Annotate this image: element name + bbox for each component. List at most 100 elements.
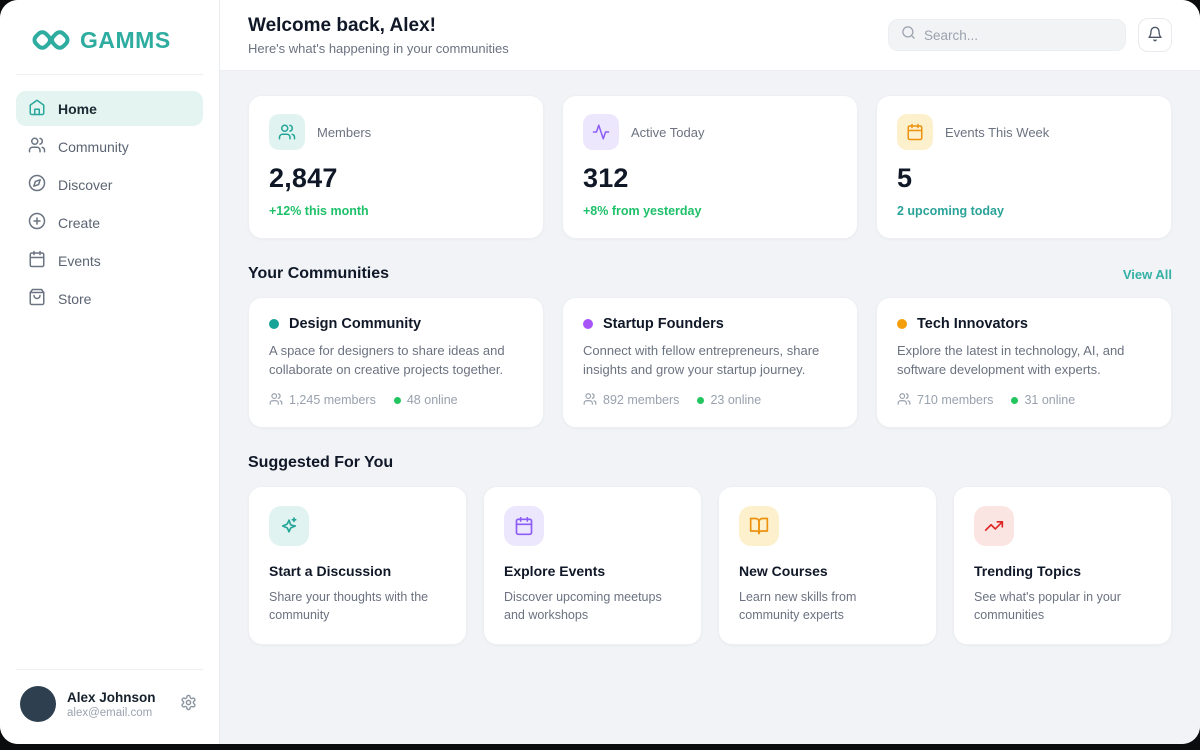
online-dot <box>697 397 704 404</box>
users-icon <box>269 392 283 409</box>
stat-label: Active Today <box>631 125 704 140</box>
communities-row: Design Community A space for designers t… <box>248 297 1172 428</box>
sidebar-item-label: Store <box>58 291 91 307</box>
online-count: 23 online <box>697 393 761 407</box>
plus-circle-icon <box>28 212 46 233</box>
community-title-row: Startup Founders <box>583 316 837 332</box>
search-icon <box>901 25 916 45</box>
stat-card-members: Members 2,847 +12% this month <box>248 95 544 239</box>
book-open-icon <box>739 506 779 546</box>
logo-text: GAMMS <box>80 27 171 54</box>
stat-card-events-week: Events This Week 5 2 upcoming today <box>876 95 1172 239</box>
sidebar-item-home[interactable]: Home <box>16 91 203 126</box>
suggested-card-events[interactable]: Explore Events Discover upcoming meetups… <box>483 486 702 645</box>
suggested-row: Start a Discussion Share your thoughts w… <box>248 486 1172 645</box>
avatar <box>20 686 56 722</box>
stats-row: Members 2,847 +12% this month Active Tod… <box>248 95 1172 239</box>
page-subtitle: Here's what's happening in your communit… <box>248 41 509 56</box>
activity-icon <box>583 114 619 150</box>
community-meta: 892 members 23 online <box>583 392 837 409</box>
users-icon <box>269 114 305 150</box>
home-icon <box>28 98 46 119</box>
community-name: Startup Founders <box>603 316 724 332</box>
user-name: Alex Johnson <box>67 690 167 705</box>
suggested-card-discussion[interactable]: Start a Discussion Share your thoughts w… <box>248 486 467 645</box>
suggested-title: Trending Topics <box>974 563 1151 579</box>
stat-head: Members <box>269 114 523 150</box>
community-color-dot <box>583 319 593 329</box>
sidebar-item-label: Create <box>58 215 100 231</box>
calendar-icon <box>897 114 933 150</box>
online-count: 31 online <box>1011 393 1075 407</box>
communities-heading: Your Communities <box>248 265 389 283</box>
stat-card-active-today: Active Today 312 +8% from yesterday <box>562 95 858 239</box>
gamms-infinity-logo-icon <box>30 26 72 54</box>
users-icon <box>28 136 46 157</box>
stat-head: Events This Week <box>897 114 1151 150</box>
community-description: Connect with fellow entrepreneurs, share… <box>583 342 837 380</box>
search-input[interactable] <box>924 28 1113 43</box>
sidebar-item-create[interactable]: Create <box>16 205 203 240</box>
shopping-bag-icon <box>28 288 46 309</box>
suggested-description: Share your thoughts with the community <box>269 588 446 624</box>
sidebar: GAMMS Home Community Discover <box>0 0 220 744</box>
stat-value: 2,847 <box>269 163 523 194</box>
compass-icon <box>28 174 46 195</box>
user-email: alex@email.com <box>67 707 167 719</box>
sidebar-item-label: Discover <box>58 177 112 193</box>
settings-button[interactable] <box>178 692 199 716</box>
sidebar-spacer <box>0 332 219 669</box>
community-meta: 1,245 members 48 online <box>269 392 523 409</box>
members-count: 1,245 members <box>269 392 376 409</box>
content: Members 2,847 +12% this month Active Tod… <box>220 71 1200 744</box>
suggested-card-courses[interactable]: New Courses Learn new skills from commun… <box>718 486 937 645</box>
community-color-dot <box>269 319 279 329</box>
online-dot <box>1011 397 1018 404</box>
sidebar-item-discover[interactable]: Discover <box>16 167 203 202</box>
sidebar-item-label: Home <box>58 101 97 117</box>
suggested-heading: Suggested For You <box>248 454 393 472</box>
online-count: 48 online <box>394 393 458 407</box>
search-box[interactable] <box>888 19 1126 51</box>
topbar-titles: Welcome back, Alex! Here's what's happen… <box>248 15 509 56</box>
suggested-title: New Courses <box>739 563 916 579</box>
stat-value: 5 <box>897 163 1151 194</box>
notifications-button[interactable] <box>1138 18 1172 52</box>
community-card-startup[interactable]: Startup Founders Connect with fellow ent… <box>562 297 858 428</box>
stat-label: Members <box>317 125 371 140</box>
gear-icon <box>180 694 197 714</box>
suggested-description: Discover upcoming meetups and workshops <box>504 588 681 624</box>
sparkles-icon <box>269 506 309 546</box>
community-name: Tech Innovators <box>917 316 1028 332</box>
bell-icon <box>1147 26 1163 45</box>
sidebar-item-store[interactable]: Store <box>16 281 203 316</box>
stat-head: Active Today <box>583 114 837 150</box>
communities-section-head: Your Communities View All <box>248 265 1172 283</box>
suggested-title: Start a Discussion <box>269 563 446 579</box>
community-name: Design Community <box>289 316 421 332</box>
page-title: Welcome back, Alex! <box>248 15 509 37</box>
suggested-card-trending[interactable]: Trending Topics See what's popular in yo… <box>953 486 1172 645</box>
suggested-description: Learn new skills from community experts <box>739 588 916 624</box>
community-card-design[interactable]: Design Community A space for designers t… <box>248 297 544 428</box>
sidebar-item-community[interactable]: Community <box>16 129 203 164</box>
stat-label: Events This Week <box>945 125 1049 140</box>
members-count: 710 members <box>897 392 993 409</box>
community-description: A space for designers to share ideas and… <box>269 342 523 380</box>
view-all-link[interactable]: View All <box>1123 267 1172 282</box>
sidebar-item-events[interactable]: Events <box>16 243 203 278</box>
user-profile[interactable]: Alex Johnson alex@email.com <box>16 669 203 744</box>
community-title-row: Design Community <box>269 316 523 332</box>
sidebar-nav: Home Community Discover Create <box>0 75 219 332</box>
sidebar-item-label: Community <box>58 139 129 155</box>
topbar: Welcome back, Alex! Here's what's happen… <box>220 0 1200 71</box>
community-meta: 710 members 31 online <box>897 392 1151 409</box>
community-card-tech[interactable]: Tech Innovators Explore the latest in te… <box>876 297 1172 428</box>
members-count: 892 members <box>583 392 679 409</box>
community-description: Explore the latest in technology, AI, an… <box>897 342 1151 380</box>
main-area: Welcome back, Alex! Here's what's happen… <box>220 0 1200 744</box>
online-dot <box>394 397 401 404</box>
sidebar-item-label: Events <box>58 253 101 269</box>
suggested-description: See what's popular in your communities <box>974 588 1151 624</box>
stat-delta: 2 upcoming today <box>897 204 1151 218</box>
